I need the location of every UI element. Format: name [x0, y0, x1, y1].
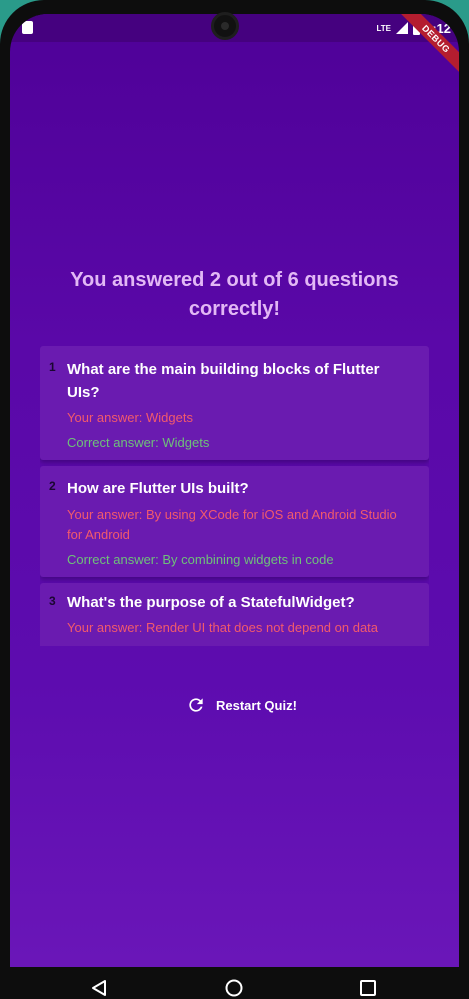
system-navigation-bar [0, 967, 469, 999]
question-index: 1 [49, 360, 56, 374]
user-answer: Your answer: Render UI that does not dep… [67, 620, 379, 635]
app-screen: LTE 2:12 DEBUG You answered 2 out of 6 q… [10, 14, 459, 967]
question-text: What's the purpose of a StatefulWidget? [67, 594, 355, 611]
front-camera [211, 12, 239, 40]
question-summary-card: 2 How are Flutter UIs built? Your answer… [40, 466, 429, 577]
answers-summary-list[interactable]: 1 What are the main building blocks of F… [40, 346, 429, 646]
phone-frame: LTE 2:12 DEBUG You answered 2 out of 6 q… [0, 0, 469, 999]
question-text: How are Flutter UIs built? [67, 480, 249, 497]
restart-quiz-button[interactable]: Restart Quiz! [186, 694, 297, 716]
refresh-icon [189, 698, 203, 712]
question-summary-card: 1 What are the main building blocks of F… [40, 346, 429, 460]
question-index: 2 [49, 479, 56, 493]
home-icon[interactable] [225, 979, 243, 997]
signal-icon [395, 22, 408, 34]
sim-card-icon [22, 21, 33, 34]
correct-answer: Correct answer: Widgets [67, 435, 210, 450]
recent-apps-icon[interactable] [359, 979, 377, 997]
question-summary-card: 3 What's the purpose of a StatefulWidget… [40, 583, 429, 646]
question-index: 3 [49, 594, 56, 608]
results-summary-title: You answered 2 out of 6 questions correc… [70, 269, 399, 320]
network-type: LTE [376, 23, 391, 33]
correct-answer: Correct answer: By combining widgets in … [67, 552, 334, 567]
user-answer: Your answer: By using XCode for iOS and … [67, 507, 397, 542]
question-text: What are the main building blocks of Flu… [67, 361, 380, 401]
user-answer: Your answer: Widgets [67, 410, 193, 425]
restart-quiz-label: Restart Quiz! [216, 697, 297, 713]
back-icon[interactable] [90, 979, 108, 997]
